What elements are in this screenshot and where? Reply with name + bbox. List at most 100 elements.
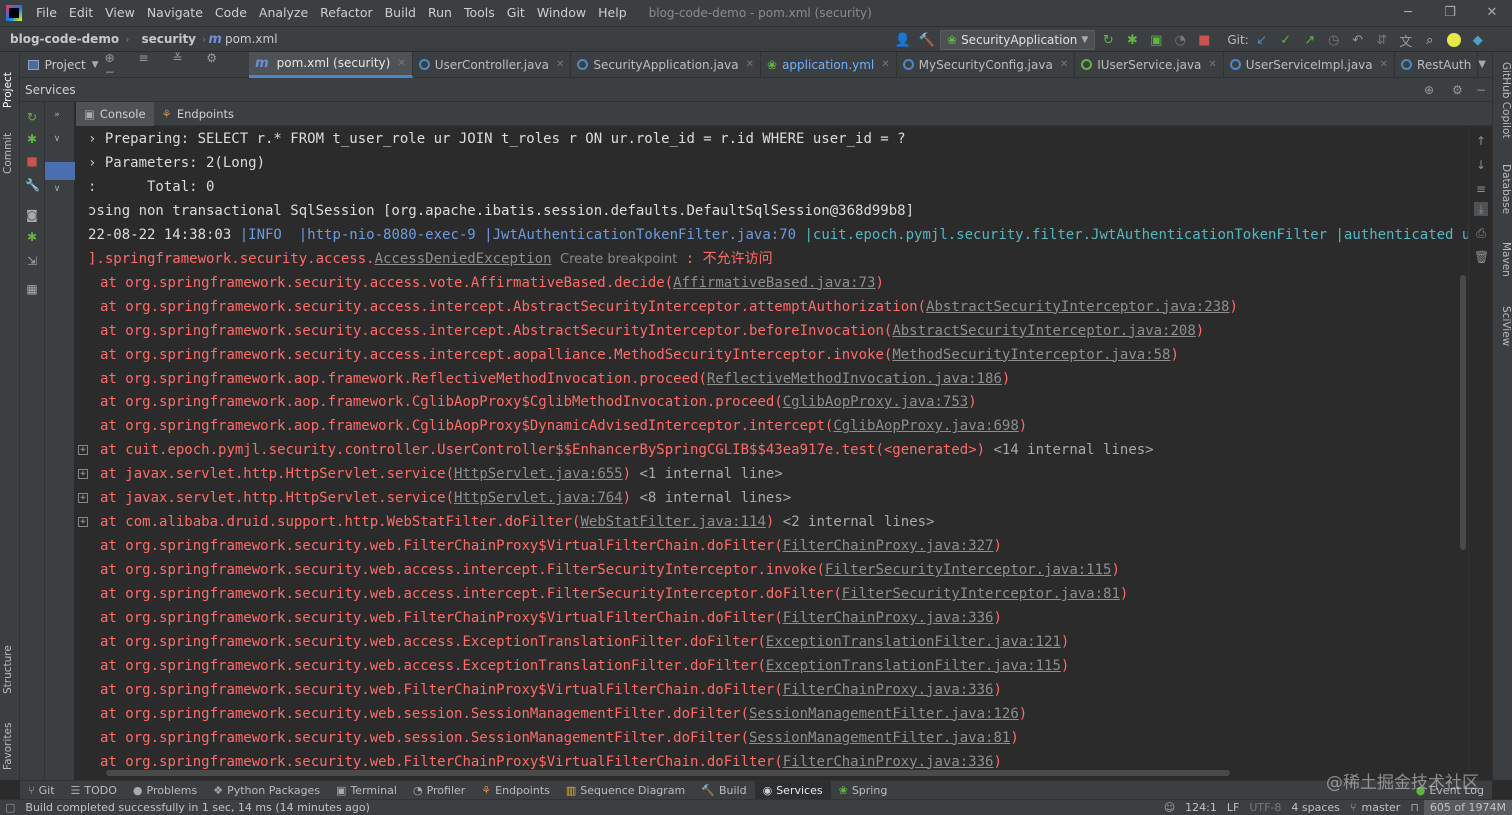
project-panel-header[interactable]: Project ▼ ⊕ ≡ ≚ ⚙ − <box>20 51 249 79</box>
editor-tab[interactable]: IUserService.java ✕ <box>1075 51 1224 78</box>
menu-item-build[interactable]: Build <box>379 0 422 26</box>
editor-tab[interactable]: UserServiceImpl.java ✕ <box>1224 51 1396 78</box>
stack-source-link[interactable]: CglibAopProxy.java:698 <box>833 418 1018 434</box>
globe-icon[interactable]: ⊕ <box>1424 83 1434 97</box>
stack-source-link[interactable]: AbstractSecurityInterceptor.java:238 <box>926 299 1229 315</box>
menu-item-window[interactable]: Window <box>531 0 592 26</box>
close-tab-icon[interactable]: ✕ <box>1380 59 1388 70</box>
stack-source-link[interactable]: FilterChainProxy.java:336 <box>783 610 994 626</box>
arrow-up-icon[interactable]: ↑ <box>1474 134 1488 148</box>
exception-class-link[interactable]: AccessDeniedException <box>375 251 552 267</box>
stop-icon[interactable]: ■ <box>1193 29 1215 51</box>
tool-tab-favorites[interactable]: Favorites <box>2 710 18 770</box>
editor-tab[interactable]: SecurityApplication.java ✕ <box>571 51 762 78</box>
tool-window-todo[interactable]: ☰ TODO <box>63 781 125 800</box>
console-output[interactable]: › Preparing: SELECT r.* FROM t_user_role… <box>76 126 1468 770</box>
rollback-icon[interactable]: ↶ <box>1347 29 1369 51</box>
chevron-down-icon[interactable]: ∨ <box>50 132 64 146</box>
stack-source-link[interactable]: WebStatFilter.java:114 <box>580 514 765 530</box>
create-breakpoint-link[interactable]: Create breakpoint <box>560 252 677 267</box>
file-encoding[interactable]: UTF-8 <box>1244 801 1286 814</box>
git-history-icon[interactable]: ◷ <box>1323 29 1345 51</box>
restore-icon[interactable]: ❐ <box>1428 0 1472 26</box>
stack-source-link[interactable]: CglibAopProxy.java:753 <box>783 394 968 410</box>
close-tab-icon[interactable]: ✕ <box>1208 59 1216 70</box>
tool-tab-github-copilot[interactable]: GitHub Copilot <box>1496 62 1512 146</box>
menu-item-run[interactable]: Run <box>422 0 458 26</box>
selected-service-node[interactable] <box>45 162 75 180</box>
copilot-status-icon[interactable]: ☺ <box>1159 801 1180 814</box>
menu-item-help[interactable]: Help <box>592 0 633 26</box>
profile-icon[interactable]: ◔ <box>1169 29 1191 51</box>
stack-source-link[interactable]: FilterChainProxy.java:336 <box>783 754 994 770</box>
status-message[interactable]: Build completed successfully in 1 sec, 1… <box>20 801 375 814</box>
fold-expand-icon[interactable]: + <box>78 469 88 480</box>
close-window-icon[interactable]: ✕ <box>1470 0 1512 26</box>
build-hammer-icon[interactable]: 🔨 <box>916 29 938 51</box>
tool-tab-database[interactable]: Database <box>1496 164 1512 224</box>
breadcrumb-file[interactable]: pom.xml <box>225 32 282 46</box>
stack-source-link[interactable]: ReflectiveMethodInvocation.java:186 <box>707 371 1002 387</box>
tool-window-terminal[interactable]: ▣ Terminal <box>328 781 405 800</box>
minimize-icon[interactable]: ─ <box>1386 0 1430 26</box>
trash-icon[interactable]: 🗑 <box>1474 250 1489 264</box>
indent-setting[interactable]: 4 spaces <box>1286 801 1345 814</box>
rerun-icon[interactable]: ↻ <box>1097 29 1119 51</box>
expand-icon[interactable]: » <box>50 108 64 122</box>
menu-item-file[interactable]: File <box>30 0 63 26</box>
stack-source-link[interactable]: ExceptionTranslationFilter.java:121 <box>766 634 1061 650</box>
internal-lines[interactable]: <8 internal lines> <box>631 490 791 506</box>
internal-lines[interactable]: <2 internal lines> <box>774 514 935 530</box>
tool-tab-structure[interactable]: Structure <box>2 634 18 694</box>
close-tab-icon[interactable]: ✕ <box>397 58 405 69</box>
tool-window-build[interactable]: 🔨 Build <box>693 781 754 800</box>
editor-tab[interactable]: m pom.xml (security) ✕ <box>249 51 413 78</box>
editor-tab[interactable]: UserController.java ✕ <box>413 51 572 78</box>
stack-source-link[interactable]: SessionManagementFilter.java:81 <box>749 730 1010 746</box>
rerun-icon[interactable]: ↻ <box>25 110 39 124</box>
ide-updates-icon[interactable] <box>1443 29 1465 51</box>
menu-item-refactor[interactable]: Refactor <box>314 0 378 26</box>
stack-source-link[interactable]: HttpServlet.java:764 <box>454 490 623 506</box>
tool-window-profiler[interactable]: ◔ Profiler <box>405 781 473 800</box>
stack-source-link[interactable]: HttpServlet.java:655 <box>454 466 623 482</box>
stack-source-link[interactable]: AbstractSecurityInterceptor.java:208 <box>892 323 1195 339</box>
print-icon[interactable]: ⎙ <box>1474 226 1488 240</box>
fold-expand-icon[interactable]: + <box>78 493 88 504</box>
search-everywhere-icon[interactable]: ⌕ <box>1419 29 1441 51</box>
vcs-operations-icon[interactable]: ⇵ <box>1371 29 1393 51</box>
tab-console[interactable]: ▣ Console <box>76 101 154 126</box>
tool-window-sequence-diagram[interactable]: ▥ Sequence Diagram <box>558 781 693 800</box>
stack-source-link[interactable]: SessionManagementFilter.java:126 <box>749 706 1019 722</box>
gear-icon[interactable]: ⚙ <box>1452 83 1463 97</box>
stack-source-link[interactable]: MethodSecurityInterceptor.java:58 <box>892 347 1170 363</box>
coverage-icon[interactable]: ▣ <box>1145 29 1167 51</box>
menu-item-edit[interactable]: Edit <box>63 0 99 26</box>
git-push-icon[interactable]: ↗ <box>1299 29 1321 51</box>
project-panel-actions[interactable]: ⊕ ≡ ≚ ⚙ − <box>105 51 239 79</box>
close-tab-icon[interactable]: ✕ <box>746 59 754 70</box>
fold-expand-icon[interactable]: + <box>78 517 88 528</box>
tool-tab-maven[interactable]: Maven <box>1496 242 1512 288</box>
git-update-icon[interactable]: ↙ <box>1251 29 1273 51</box>
add-user-icon[interactable]: 👤 <box>892 29 914 51</box>
close-tab-icon[interactable]: ✕ <box>556 59 564 70</box>
stack-source-link[interactable]: AffirmativeBased.java:73 <box>673 275 875 291</box>
menu-item-git[interactable]: Git <box>501 0 531 26</box>
scroll-to-end-icon[interactable]: ⤓ <box>1474 202 1488 216</box>
internal-lines[interactable]: <14 internal lines> <box>985 442 1153 458</box>
arrow-down-icon[interactable]: ↓ <box>1474 158 1488 172</box>
stack-source-link[interactable]: FilterSecurityInterceptor.java:115 <box>825 562 1112 578</box>
caret-position[interactable]: 124:1 <box>1180 801 1222 814</box>
memory-indicator[interactable]: 605 of 1974M <box>1423 800 1512 815</box>
tool-window-git[interactable]: ⑂ Git <box>20 781 63 800</box>
vertical-scrollbar[interactable] <box>1460 275 1466 550</box>
debug-icon[interactable]: ✱ <box>25 132 39 146</box>
menu-item-code[interactable]: Code <box>209 0 253 26</box>
camera-icon[interactable]: ◙ <box>25 208 39 222</box>
menu-item-navigate[interactable]: Navigate <box>141 0 209 26</box>
git-branch[interactable]: master <box>1362 801 1406 814</box>
lock-icon[interactable]: ⊓ <box>1405 801 1424 814</box>
editor-tab[interactable]: MySecurityConfig.java ✕ <box>897 51 1076 78</box>
wrench-icon[interactable]: 🔧 <box>25 178 40 192</box>
